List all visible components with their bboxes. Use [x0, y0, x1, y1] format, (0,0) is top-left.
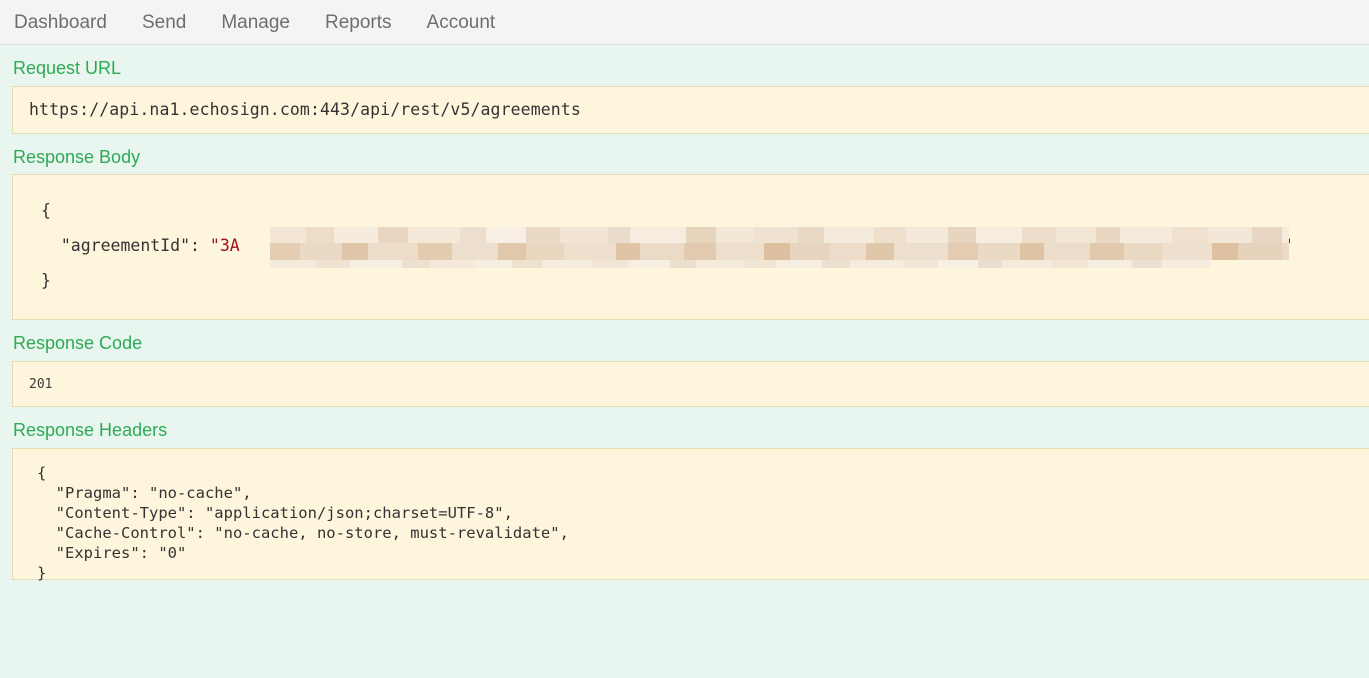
request-url-value: https://api.na1.echosign.com:443/api/res…	[13, 100, 581, 119]
section-request-url: Request URL https://api.na1.echosign.com…	[0, 45, 1369, 134]
nav-item-manage[interactable]: Manage	[221, 13, 290, 32]
section-response-body: Response Body { "agreementId": "3AXXXXXX…	[0, 134, 1369, 321]
json-open-brace: {	[41, 201, 51, 220]
section-response-code: Response Code 201	[0, 320, 1369, 407]
response-body-heading: Response Body	[0, 134, 1369, 175]
api-response-content: Request URL https://api.na1.echosign.com…	[0, 45, 1369, 580]
json-close-brace: }	[41, 271, 51, 290]
response-headers-panel[interactable]: { "Pragma": "no-cache", "Content-Type": …	[12, 448, 1369, 580]
response-headers-value: { "Pragma": "no-cache", "Content-Type": …	[13, 463, 1369, 583]
agreement-id-value-suffix: KDZ5s"	[1233, 236, 1293, 255]
top-navigation-bar: Dashboard Send Manage Reports Account	[0, 0, 1369, 45]
response-body-panel[interactable]: { "agreementId": "3AXXXXXXXXXXXXXXXXXXXX…	[12, 174, 1369, 320]
agreement-id-key: "agreementId":	[61, 236, 200, 255]
nav-item-reports[interactable]: Reports	[325, 13, 392, 32]
request-url-heading: Request URL	[0, 45, 1369, 86]
agreement-id-value-prefix: "3A	[210, 236, 240, 255]
nav-item-dashboard[interactable]: Dashboard	[14, 13, 107, 32]
response-headers-heading: Response Headers	[0, 407, 1369, 448]
section-response-headers: Response Headers { "Pragma": "no-cache",…	[0, 407, 1369, 580]
nav-item-send[interactable]: Send	[142, 13, 186, 32]
response-body-code: { "agreementId": "3AXXXXXXXXXXXXXXXXXXXX…	[13, 193, 1369, 298]
nav-item-account[interactable]: Account	[427, 13, 496, 32]
response-code-value: 201	[13, 377, 52, 392]
response-code-heading: Response Code	[0, 320, 1369, 361]
request-url-panel[interactable]: https://api.na1.echosign.com:443/api/res…	[12, 86, 1369, 134]
response-code-panel[interactable]: 201	[12, 361, 1369, 407]
